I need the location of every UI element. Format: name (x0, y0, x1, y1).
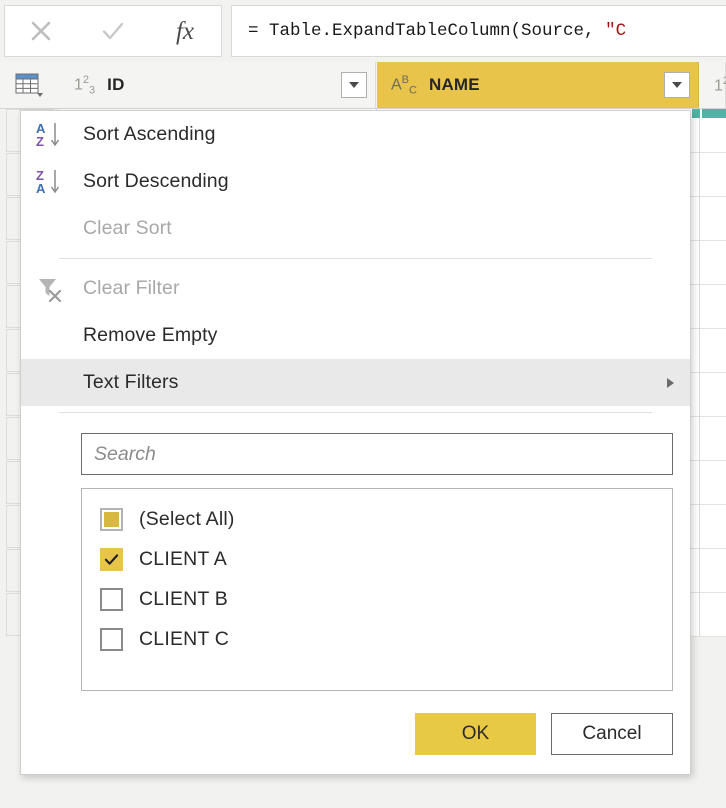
menu-item-label: Text Filters (83, 371, 179, 393)
menu-divider (21, 252, 690, 265)
list-item-select-all[interactable]: (Select All) (82, 499, 672, 539)
list-item-client-c[interactable]: CLIENT C (82, 619, 672, 659)
menu-item-label: Remove Empty (83, 324, 218, 346)
column-header-label: NAME (428, 75, 480, 94)
filter-search-input[interactable]: Search (81, 433, 673, 475)
list-item-label: CLIENT A (139, 547, 227, 570)
cancel-formula-button[interactable] (5, 6, 77, 56)
menu-divider (21, 406, 690, 419)
accept-formula-button[interactable] (77, 6, 149, 56)
column-filter-button-id[interactable] (341, 72, 367, 98)
menu-item-label: Clear Filter (83, 277, 180, 299)
grid-header-row: 123 ID ABC NAME 12 (0, 62, 726, 109)
menu-item-label: Clear Sort (83, 217, 172, 239)
formula-bar: fx = Table.ExpandTableColumn(Source, "C (0, 0, 726, 62)
formula-expression: = Table.ExpandTableColumn(Source, (248, 21, 606, 41)
close-icon (28, 18, 54, 44)
menu-item-label: Sort Ascending (83, 123, 216, 145)
filter-menu: A Z Sort Ascending Z A Sort Descending C… (21, 111, 690, 419)
data-type-icon-number: 123 (74, 73, 96, 97)
search-placeholder-label: Search (94, 442, 156, 465)
select-all-columns-button[interactable] (0, 62, 61, 108)
cancel-button[interactable]: Cancel (551, 713, 673, 755)
sort-descending-icon: Z A (21, 167, 83, 197)
table-grid-icon (15, 72, 45, 98)
power-query-editor: fx = Table.ExpandTableColumn(Source, "C (0, 0, 726, 808)
list-item-client-b[interactable]: CLIENT B (82, 579, 672, 619)
clear-filter-icon (21, 274, 83, 304)
menu-item-sort-ascending[interactable]: A Z Sort Ascending (21, 111, 690, 158)
column-header-id[interactable]: 123 ID (60, 62, 376, 108)
checkbox-indeterminate-icon[interactable] (100, 507, 123, 531)
ok-button[interactable]: OK (415, 713, 536, 755)
list-item-label: (Select All) (139, 507, 235, 530)
checkmark-icon (100, 18, 126, 44)
data-type-icon-text: ABC (391, 73, 417, 97)
formula-bar-buttons: fx (4, 5, 222, 57)
formula-string-literal: "C (605, 21, 627, 41)
filter-value-list[interactable]: (Select All) CLIENT A CLIENT B CLIENT C (81, 488, 673, 691)
menu-item-label: Sort Descending (83, 170, 229, 192)
menu-item-sort-descending[interactable]: Z A Sort Descending (21, 158, 690, 205)
menu-item-remove-empty[interactable]: Remove Empty (21, 312, 690, 359)
quality-segment (702, 108, 726, 118)
column-header-name[interactable]: ABC NAME (377, 62, 699, 108)
column-filter-button-name[interactable] (664, 72, 690, 98)
dialog-button-row: OK Cancel (21, 713, 690, 759)
list-item-label: CLIENT C (139, 627, 230, 650)
column-filter-dropdown: A Z Sort Ascending Z A Sort Descending C… (20, 110, 691, 775)
list-item-client-a[interactable]: CLIENT A (82, 539, 672, 579)
column-header-label: ID (107, 75, 125, 94)
formula-input[interactable]: = Table.ExpandTableColumn(Source, "C (231, 5, 726, 57)
checkbox-checked-icon[interactable] (100, 547, 123, 571)
quality-segment (692, 108, 700, 118)
data-type-icon-number: 12 (714, 74, 726, 95)
menu-item-clear-sort[interactable]: Clear Sort (21, 205, 690, 252)
checkbox-unchecked-icon[interactable] (100, 627, 123, 651)
chevron-down-icon (349, 82, 359, 88)
fx-icon: fx (175, 17, 195, 45)
insert-function-button[interactable]: fx (149, 6, 221, 56)
menu-item-clear-filter[interactable]: Clear Filter (21, 265, 690, 312)
column-header-third[interactable]: 12 (700, 62, 726, 108)
chevron-down-icon (672, 82, 682, 88)
checkbox-unchecked-icon[interactable] (100, 587, 123, 611)
list-item-label: CLIENT B (139, 587, 229, 610)
chevron-right-icon (667, 377, 674, 388)
sort-ascending-icon: A Z (21, 120, 83, 150)
menu-item-text-filters[interactable]: Text Filters (21, 359, 690, 406)
svg-text:Z: Z (36, 134, 44, 149)
svg-text:A: A (36, 181, 46, 196)
